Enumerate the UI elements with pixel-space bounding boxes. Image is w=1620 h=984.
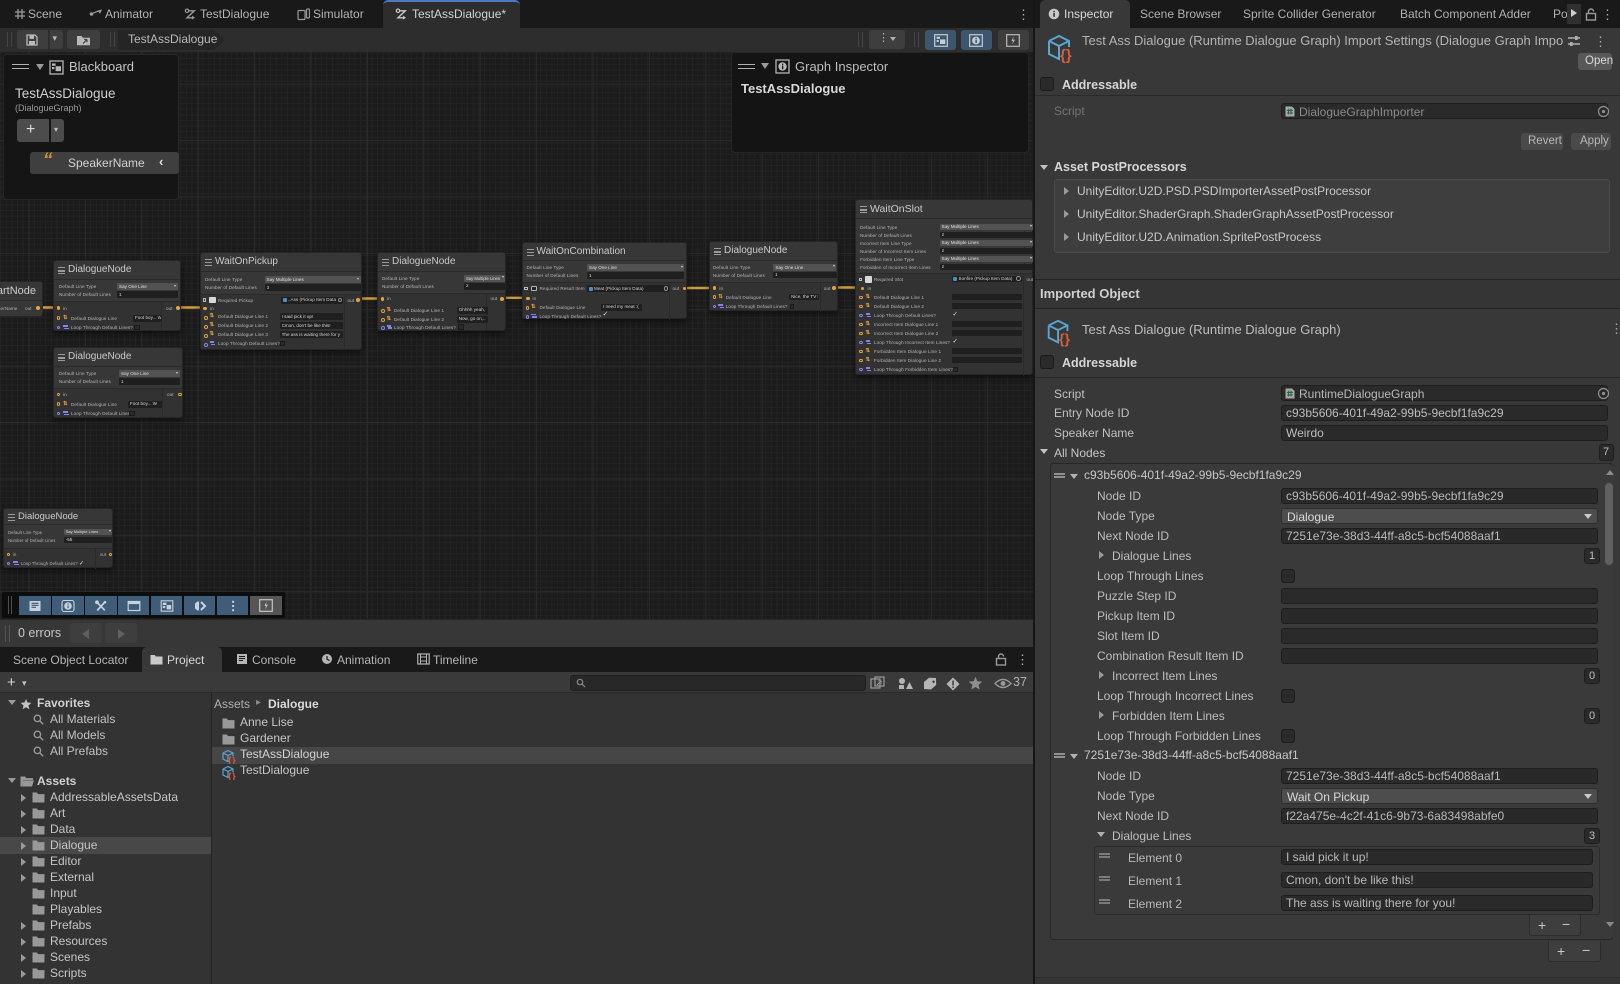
svg-text:{}: {} bbox=[1060, 47, 1072, 64]
svg-text:{}: {} bbox=[228, 770, 236, 779]
svg-text:{}: {} bbox=[1059, 330, 1070, 346]
svg-text:{}: {} bbox=[228, 754, 236, 763]
